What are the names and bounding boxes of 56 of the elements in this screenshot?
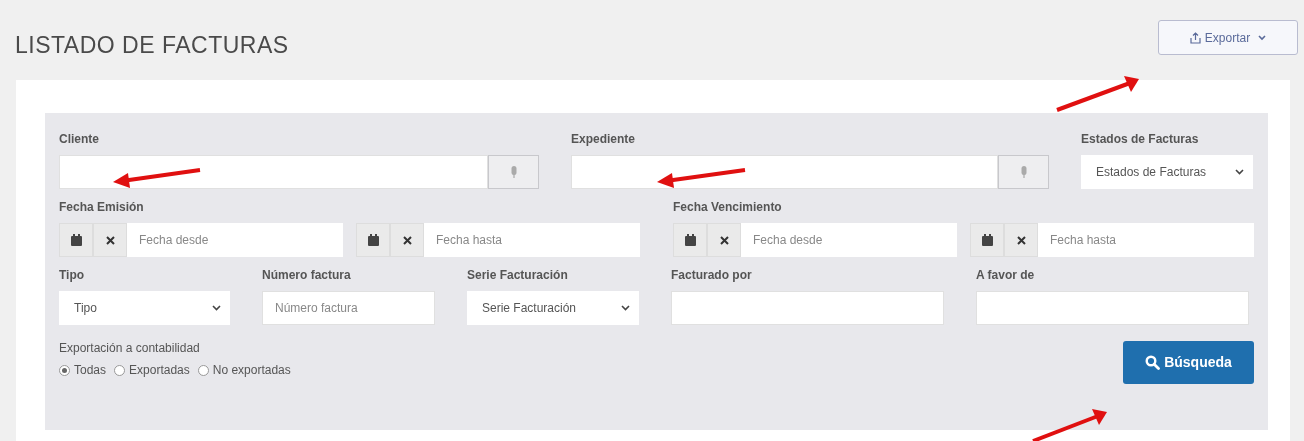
- field-label: Estados de Facturas: [1081, 131, 1200, 148]
- field-label: Serie Facturación: [467, 267, 569, 284]
- text-field[interactable]: [571, 155, 998, 189]
- text-field[interactable]: [671, 291, 944, 325]
- field-label: Fecha Emisión: [59, 199, 145, 216]
- radio-option[interactable]: Exportadas: [114, 361, 190, 379]
- calendar-icon: [684, 234, 696, 246]
- date-field[interactable]: Fecha hasta: [424, 223, 640, 257]
- calendar-button[interactable]: [59, 223, 93, 257]
- chevron-down-icon: [1258, 34, 1267, 41]
- close-icon: [402, 235, 412, 245]
- radio-button[interactable]: [59, 364, 70, 376]
- radio-button[interactable]: [114, 364, 126, 376]
- field-label: Fecha Vencimiento: [673, 199, 783, 216]
- calendar-button[interactable]: [970, 223, 1004, 257]
- clear-button[interactable]: [93, 223, 127, 257]
- text-field[interactable]: [976, 291, 1249, 325]
- radio-option[interactable]: No exportadas: [197, 361, 291, 379]
- calendar-icon: [70, 234, 82, 246]
- date-field[interactable]: Fecha hasta: [1038, 223, 1254, 257]
- calendar-button[interactable]: [356, 223, 390, 257]
- date-field[interactable]: Fecha desde: [127, 223, 343, 257]
- field-label: Expediente: [571, 131, 637, 148]
- upload-icon: [1189, 31, 1201, 44]
- close-icon: [105, 235, 115, 245]
- calendar-icon: [367, 234, 379, 246]
- field-label: Número factura: [262, 267, 352, 284]
- page-title: LISTADO DE FACTURAS: [15, 31, 289, 60]
- dropdown[interactable]: Serie Facturación: [467, 291, 639, 325]
- clear-button[interactable]: [707, 223, 741, 257]
- text-field[interactable]: Número factura: [262, 291, 435, 325]
- chevron-down-icon: [1235, 169, 1244, 175]
- chevron-down-icon: [621, 305, 630, 311]
- field-label: Tipo: [59, 267, 86, 284]
- field-label: Exportación a contabilidad: [59, 340, 201, 357]
- radio-button[interactable]: [197, 364, 209, 376]
- microphone-icon: [510, 166, 517, 178]
- search-button[interactable]: Búsqueda: [1123, 341, 1254, 384]
- search-icon: [1145, 355, 1161, 370]
- microphone-icon: [1020, 166, 1027, 178]
- export-button[interactable]: Exportar: [1158, 20, 1298, 55]
- clear-button[interactable]: [1004, 223, 1038, 257]
- date-field[interactable]: Fecha desde: [741, 223, 957, 257]
- close-icon: [719, 235, 729, 245]
- close-icon: [1016, 235, 1026, 245]
- calendar-button[interactable]: [673, 223, 707, 257]
- field-label: Cliente: [59, 131, 100, 148]
- dropdown[interactable]: Estados de Facturas: [1081, 155, 1253, 189]
- text-field[interactable]: [59, 155, 488, 189]
- radio-option[interactable]: Todas: [59, 361, 107, 379]
- field-label: A favor de: [976, 267, 1036, 284]
- field-label: Facturado por: [671, 267, 753, 284]
- clear-button[interactable]: [390, 223, 424, 257]
- calendar-icon: [981, 234, 993, 246]
- chevron-down-icon: [212, 305, 221, 311]
- dropdown[interactable]: Tipo: [59, 291, 230, 325]
